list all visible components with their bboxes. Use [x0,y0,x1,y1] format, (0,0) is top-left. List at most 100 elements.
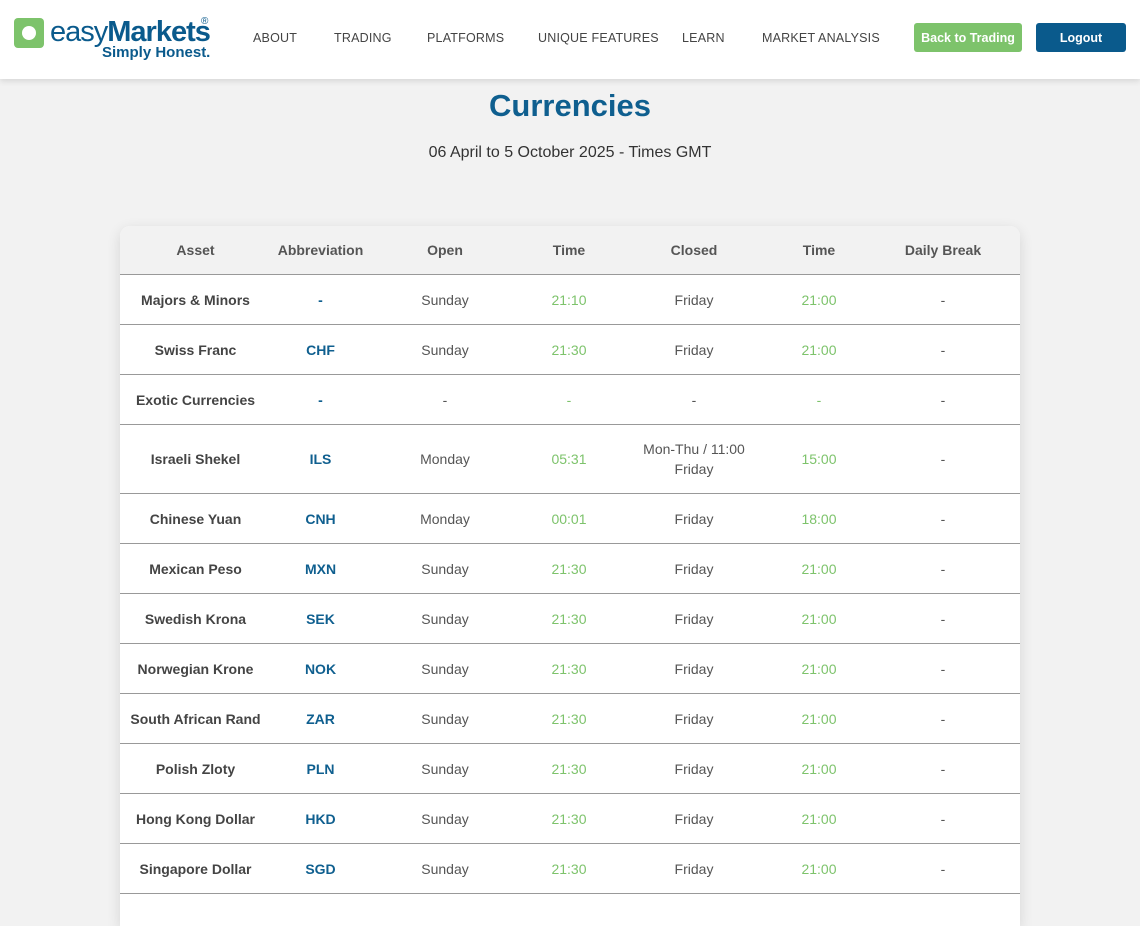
brand-logo[interactable]: easyMarkets ® Simply Honest. [14,14,214,64]
open-time-cell: - [566,391,572,408]
open-day-cell: Sunday [421,710,469,727]
logout-button[interactable]: Logout [1036,23,1126,52]
daily-break-cell: - [940,860,946,877]
daily-break-cell: - [940,451,946,467]
closed-day-cell: Friday [674,760,714,777]
trading-hours-table: Asset Abbreviation Open Time Closed Time… [120,226,1020,926]
open-day-cell: Sunday [421,660,469,677]
asset-cell: South African Rand [130,710,261,727]
column-header-open-time: Time [552,242,586,258]
daily-break-cell: - [940,560,946,577]
close-time-cell: 21:00 [801,610,837,627]
nav-about[interactable]: ABOUT [253,31,297,45]
table-header: Asset Abbreviation Open Time Closed Time… [120,226,1020,275]
closed-day-cell: Mon-Thu / 11:00 Friday [631,425,757,493]
closed-day-cell: - [691,391,697,408]
open-day-cell: Sunday [421,341,469,358]
close-time-cell: 21:00 [801,341,837,358]
abbreviation-cell: MXN [304,560,337,577]
logo-tagline: Simply Honest. [102,44,211,61]
abbreviation-cell: CHF [306,341,335,358]
open-time-cell: 21:30 [551,560,587,577]
asset-cell: Chinese Yuan [149,510,242,527]
page-subtitle: 06 April to 5 October 2025 - Times GMT [428,144,712,161]
asset-cell: Mexican Peso [149,560,242,577]
nav-trading[interactable]: TRADING [334,31,392,45]
open-day-cell: Sunday [421,610,469,627]
close-time-cell: 18:00 [801,510,837,527]
open-day-cell: Monday [420,451,470,467]
table-row: Chinese Yuan CNH Monday 00:01 Friday 18:00 - [120,494,1020,544]
daily-break-cell: - [940,510,946,527]
column-header-close-time: Time [802,242,836,258]
closed-day-cell: Friday [674,710,714,727]
open-day-cell: Sunday [421,810,469,827]
nav-market-analysis[interactable]: MARKET ANALYSIS [762,31,880,45]
open-time-cell: 21:30 [551,341,587,358]
column-header-asset: Asset [176,242,215,258]
abbreviation-cell: HKD [305,810,336,827]
daily-break-cell: - [940,391,946,408]
registered-mark: ® [201,16,209,27]
abbreviation-cell: SEK [306,610,335,627]
open-day-cell: Sunday [421,760,469,777]
closed-day-cell: Friday [674,291,714,308]
closed-day-cell: Friday [674,860,714,877]
asset-cell: Singapore Dollar [139,860,252,877]
column-header-open: Open [427,242,463,258]
abbreviation-cell: - [318,391,323,408]
top-header: easyMarkets ® Simply Honest. ABOUT TRADI… [0,0,1140,79]
abbreviation-cell: - [318,291,323,308]
open-day-cell: - [442,391,448,408]
close-time-cell: - [816,391,822,408]
close-time-cell: 21:00 [801,560,837,577]
close-time-cell: 21:00 [801,810,837,827]
abbreviation-cell: PLN [306,760,335,777]
closed-day-cell: Friday [674,810,714,827]
table-row: Israeli Shekel ILS Monday 05:31 Mon-Thu / 11… [120,425,1020,494]
daily-break-cell: - [940,660,946,677]
abbreviation-cell: SGD [305,860,336,877]
closed-day-cell: Friday [674,510,714,527]
table-row: Exotic Currencies - - - - - - [120,375,1020,425]
daily-break-cell: - [940,610,946,627]
open-time-cell: 00:01 [551,510,587,527]
nav-learn[interactable]: LEARN [682,31,725,45]
asset-cell: Polish Zloty [155,760,236,777]
daily-break-cell: - [940,810,946,827]
table-row: Majors & Minors - Sunday 21:10 Friday 21:00 - [120,275,1020,325]
open-time-cell: 21:30 [551,610,587,627]
abbreviation-cell: NOK [304,660,337,677]
back-to-trading-button[interactable]: Back to Trading [914,23,1022,52]
open-time-cell: 21:30 [551,710,587,727]
table-row: South African Rand ZAR Sunday 21:30 Friday 21… [120,694,1020,744]
close-time-cell: 21:00 [801,860,837,877]
close-time-cell: 15:00 [801,451,837,467]
abbreviation-cell: ILS [309,451,332,467]
daily-break-cell: - [940,341,946,358]
close-time-cell: 21:00 [801,760,837,777]
close-time-cell: 21:00 [801,291,837,308]
nav-platforms[interactable]: PLATFORMS [427,31,504,45]
open-day-cell: Sunday [421,291,469,308]
asset-cell: Hong Kong Dollar [136,810,255,827]
closed-day-cell: Friday [674,660,714,677]
open-day-cell: Sunday [421,860,469,877]
abbreviation-cell: ZAR [306,710,335,727]
daily-break-cell: - [940,291,946,308]
open-day-cell: Sunday [421,560,469,577]
column-header-daily-break: Daily Break [904,242,982,258]
table-row: Norwegian Krone NOK Sunday 21:30 Friday 21:00… [120,644,1020,694]
table-row: Singapore Dollar SGD Sunday 21:30 Friday 21:0… [120,844,1020,894]
daily-break-cell: - [940,760,946,777]
asset-cell: Israeli Shekel [150,451,241,467]
logo-mark-icon [14,18,44,48]
open-time-cell: 21:30 [551,660,587,677]
table-row: Polish Zloty PLN Sunday 21:30 Friday 21:00 - [120,744,1020,794]
open-time-cell: 21:30 [551,860,587,877]
open-time-cell: 21:30 [551,810,587,827]
nav-unique-features[interactable]: UNIQUE FEATURES [538,31,659,45]
close-time-cell: 21:00 [801,710,837,727]
page-title: Currencies [489,88,651,123]
table-row: Mexican Peso MXN Sunday 21:30 Friday 21:00 - [120,544,1020,594]
